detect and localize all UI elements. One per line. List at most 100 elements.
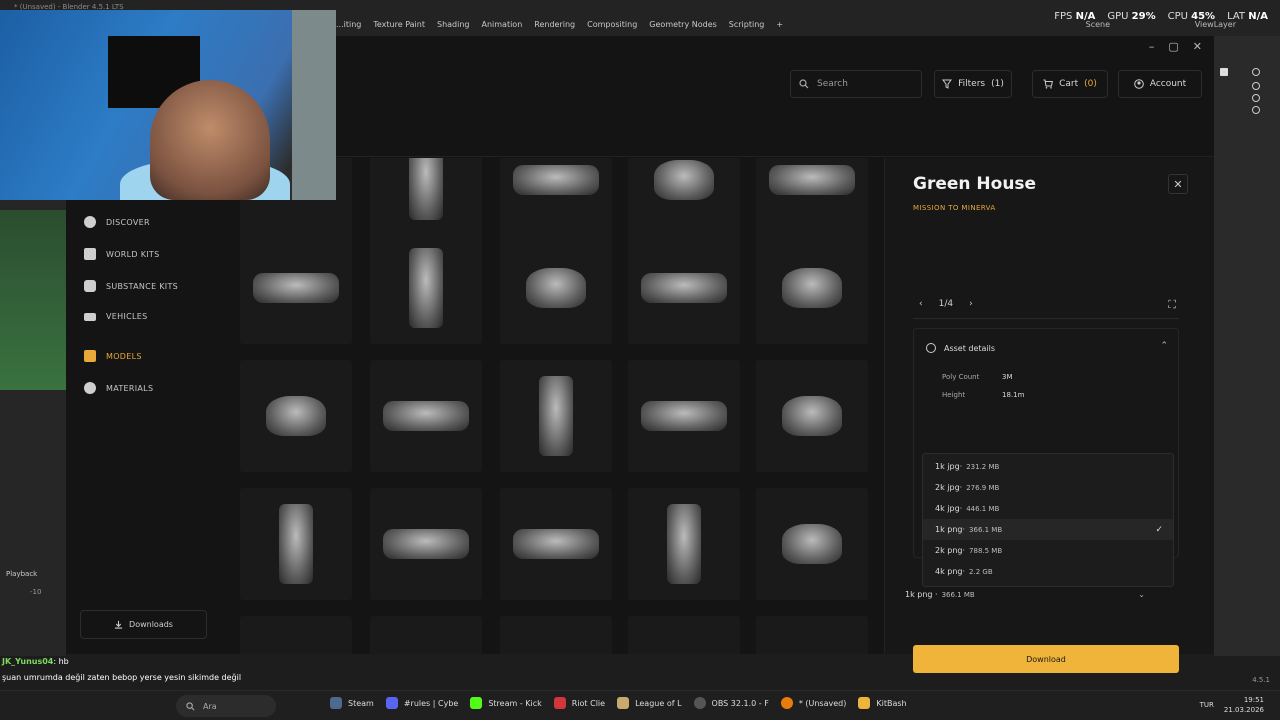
download-button[interactable]: Download: [913, 645, 1179, 673]
eye-icon[interactable]: [1252, 68, 1260, 76]
taskbar-kick[interactable]: Stream - Kick: [470, 697, 542, 709]
resolution-option[interactable]: 2k jpg · 276.9 MB: [923, 477, 1173, 498]
tab-texture-paint[interactable]: Texture Paint: [367, 18, 431, 31]
sidebar-item-discover[interactable]: DISCOVER: [84, 216, 150, 228]
clock[interactable]: 19:51 21.03.2026: [1224, 695, 1264, 715]
model-tile[interactable]: [500, 232, 612, 344]
taskbar-steam[interactable]: Steam: [330, 697, 374, 709]
taskbar: Ara Steam #rules | Cybe Stream - Kick Ri…: [0, 690, 1280, 720]
account-button[interactable]: Account: [1118, 70, 1202, 98]
sidebar-item-world-kits[interactable]: WORLD KITS: [84, 248, 160, 260]
tab-rendering[interactable]: Rendering: [528, 18, 581, 31]
maximize-icon[interactable]: ▢: [1168, 40, 1178, 53]
model-tile[interactable]: [500, 360, 612, 472]
cpu-label: CPU: [1167, 11, 1188, 22]
sidebar-item-materials[interactable]: MATERIALS: [84, 382, 153, 394]
model-thumbnail: [782, 524, 842, 564]
model-tile[interactable]: [628, 616, 740, 654]
taskbar-riot[interactable]: Riot Clie: [553, 697, 605, 709]
eye-icon[interactable]: [1252, 106, 1260, 114]
asset-title: Green House: [913, 174, 1037, 194]
model-tile[interactable]: [370, 616, 482, 654]
obs-icon: [693, 697, 706, 709]
model-tile[interactable]: [628, 360, 740, 472]
chat-text: şuan umrumda değil zaten bebop yerse yes…: [2, 673, 242, 682]
model-tile[interactable]: [370, 232, 482, 344]
model-tile[interactable]: [628, 158, 740, 236]
tab-animation[interactable]: Animation: [475, 18, 528, 31]
close-detail-button[interactable]: ✕: [1168, 174, 1188, 194]
taskbar-league[interactable]: League of L: [617, 697, 682, 709]
add-workspace-button[interactable]: +: [770, 18, 789, 31]
filters-button[interactable]: Filters (1): [934, 70, 1012, 98]
model-tile[interactable]: [756, 158, 868, 236]
model-tile[interactable]: [240, 616, 352, 654]
cart-button[interactable]: Cart (0): [1032, 70, 1108, 98]
downloads-button[interactable]: Downloads: [80, 610, 207, 639]
next-image-button[interactable]: ›: [969, 299, 973, 309]
tab-geometry-nodes[interactable]: Geometry Nodes: [643, 18, 722, 31]
model-thumbnail: [253, 273, 339, 303]
minimize-icon[interactable]: –: [1149, 40, 1155, 53]
scene-selector[interactable]: Scene: [1086, 20, 1110, 29]
resolution-option[interactable]: 4k jpg · 446.1 MB: [923, 498, 1173, 519]
fullscreen-icon[interactable]: ⛶: [1168, 298, 1176, 312]
resolution-select[interactable]: 1k png · 366.1 MB ⌄: [905, 590, 1157, 599]
model-tile[interactable]: [628, 232, 740, 344]
search-input[interactable]: Search: [790, 70, 922, 98]
prev-image-button[interactable]: ‹: [919, 299, 923, 309]
model-tile[interactable]: [628, 488, 740, 600]
eye-icon[interactable]: [1252, 82, 1260, 90]
taskbar-discord[interactable]: #rules | Cybe: [385, 697, 458, 709]
eye-icon[interactable]: [1252, 94, 1260, 102]
asset-details-toggle[interactable]: Asset details: [926, 343, 995, 353]
model-thumbnail: [782, 396, 842, 436]
model-tile[interactable]: [756, 488, 868, 600]
prop-row: Height 18.1m: [928, 391, 1024, 399]
close-icon[interactable]: ✕: [1193, 40, 1202, 53]
playback-menu[interactable]: Playback: [6, 570, 37, 578]
sidebar-item-label: WORLD KITS: [106, 249, 160, 259]
model-tile[interactable]: [370, 360, 482, 472]
chevron-up-icon[interactable]: ⌃: [1160, 341, 1168, 351]
taskbar-obs[interactable]: OBS 32.1.0 - F: [693, 697, 769, 709]
checkbox-icon[interactable]: [1220, 68, 1228, 76]
divider: [913, 318, 1179, 319]
taskbar-search[interactable]: Ara: [176, 695, 276, 717]
model-tile[interactable]: [240, 232, 352, 344]
model-tile[interactable]: [756, 232, 868, 344]
webcam-overlay: [0, 10, 336, 200]
model-tile[interactable]: [500, 488, 612, 600]
model-tile[interactable]: [240, 360, 352, 472]
sidebar-item-vehicles[interactable]: VEHICLES: [84, 312, 147, 321]
check-icon: ✓: [1155, 524, 1163, 535]
model-tile[interactable]: [370, 488, 482, 600]
model-tile[interactable]: [240, 488, 352, 600]
kitbash-icon: [858, 697, 871, 709]
tab-scripting[interactable]: Scripting: [723, 18, 771, 31]
tab-shading[interactable]: Shading: [431, 18, 476, 31]
language-indicator[interactable]: TUR: [1200, 701, 1214, 709]
resolution-option[interactable]: 4k png · 2.2 GB: [923, 561, 1173, 582]
tab-compositing[interactable]: Compositing: [581, 18, 643, 31]
sidebar-item-substance-kits[interactable]: SUBSTANCE KITS: [84, 280, 178, 292]
model-tile[interactable]: [500, 616, 612, 654]
resolution-option[interactable]: 2k png · 788.5 MB: [923, 540, 1173, 561]
model-tile[interactable]: [370, 158, 482, 236]
view-layer-selector[interactable]: ViewLayer: [1195, 20, 1236, 29]
resolution-option[interactable]: 1k jpg · 231.2 MB: [923, 456, 1173, 477]
taskbar-blender[interactable]: * (Unsaved): [780, 697, 846, 709]
model-tile[interactable]: [756, 360, 868, 472]
taskbar-kitbash[interactable]: KitBash: [858, 697, 907, 709]
chat-message: şuan umrumda değil zaten bebop yerse yes…: [0, 670, 400, 686]
taskbar-label: OBS 32.1.0 - F: [711, 698, 769, 708]
image-pager: ‹ 1/4 ›: [919, 299, 973, 309]
model-thumbnail: [782, 268, 842, 308]
model-tile[interactable]: [500, 158, 612, 236]
sidebar-item-models[interactable]: MODELS: [84, 350, 142, 362]
resolution-option-selected[interactable]: 1k png · 366.1 MB ✓: [923, 519, 1173, 540]
asset-kit-link[interactable]: MISSION TO MINERVA: [913, 204, 996, 212]
model-tile[interactable]: [756, 616, 868, 654]
taskbar-label: Steam: [348, 698, 374, 708]
vehicle-icon: [84, 312, 96, 321]
